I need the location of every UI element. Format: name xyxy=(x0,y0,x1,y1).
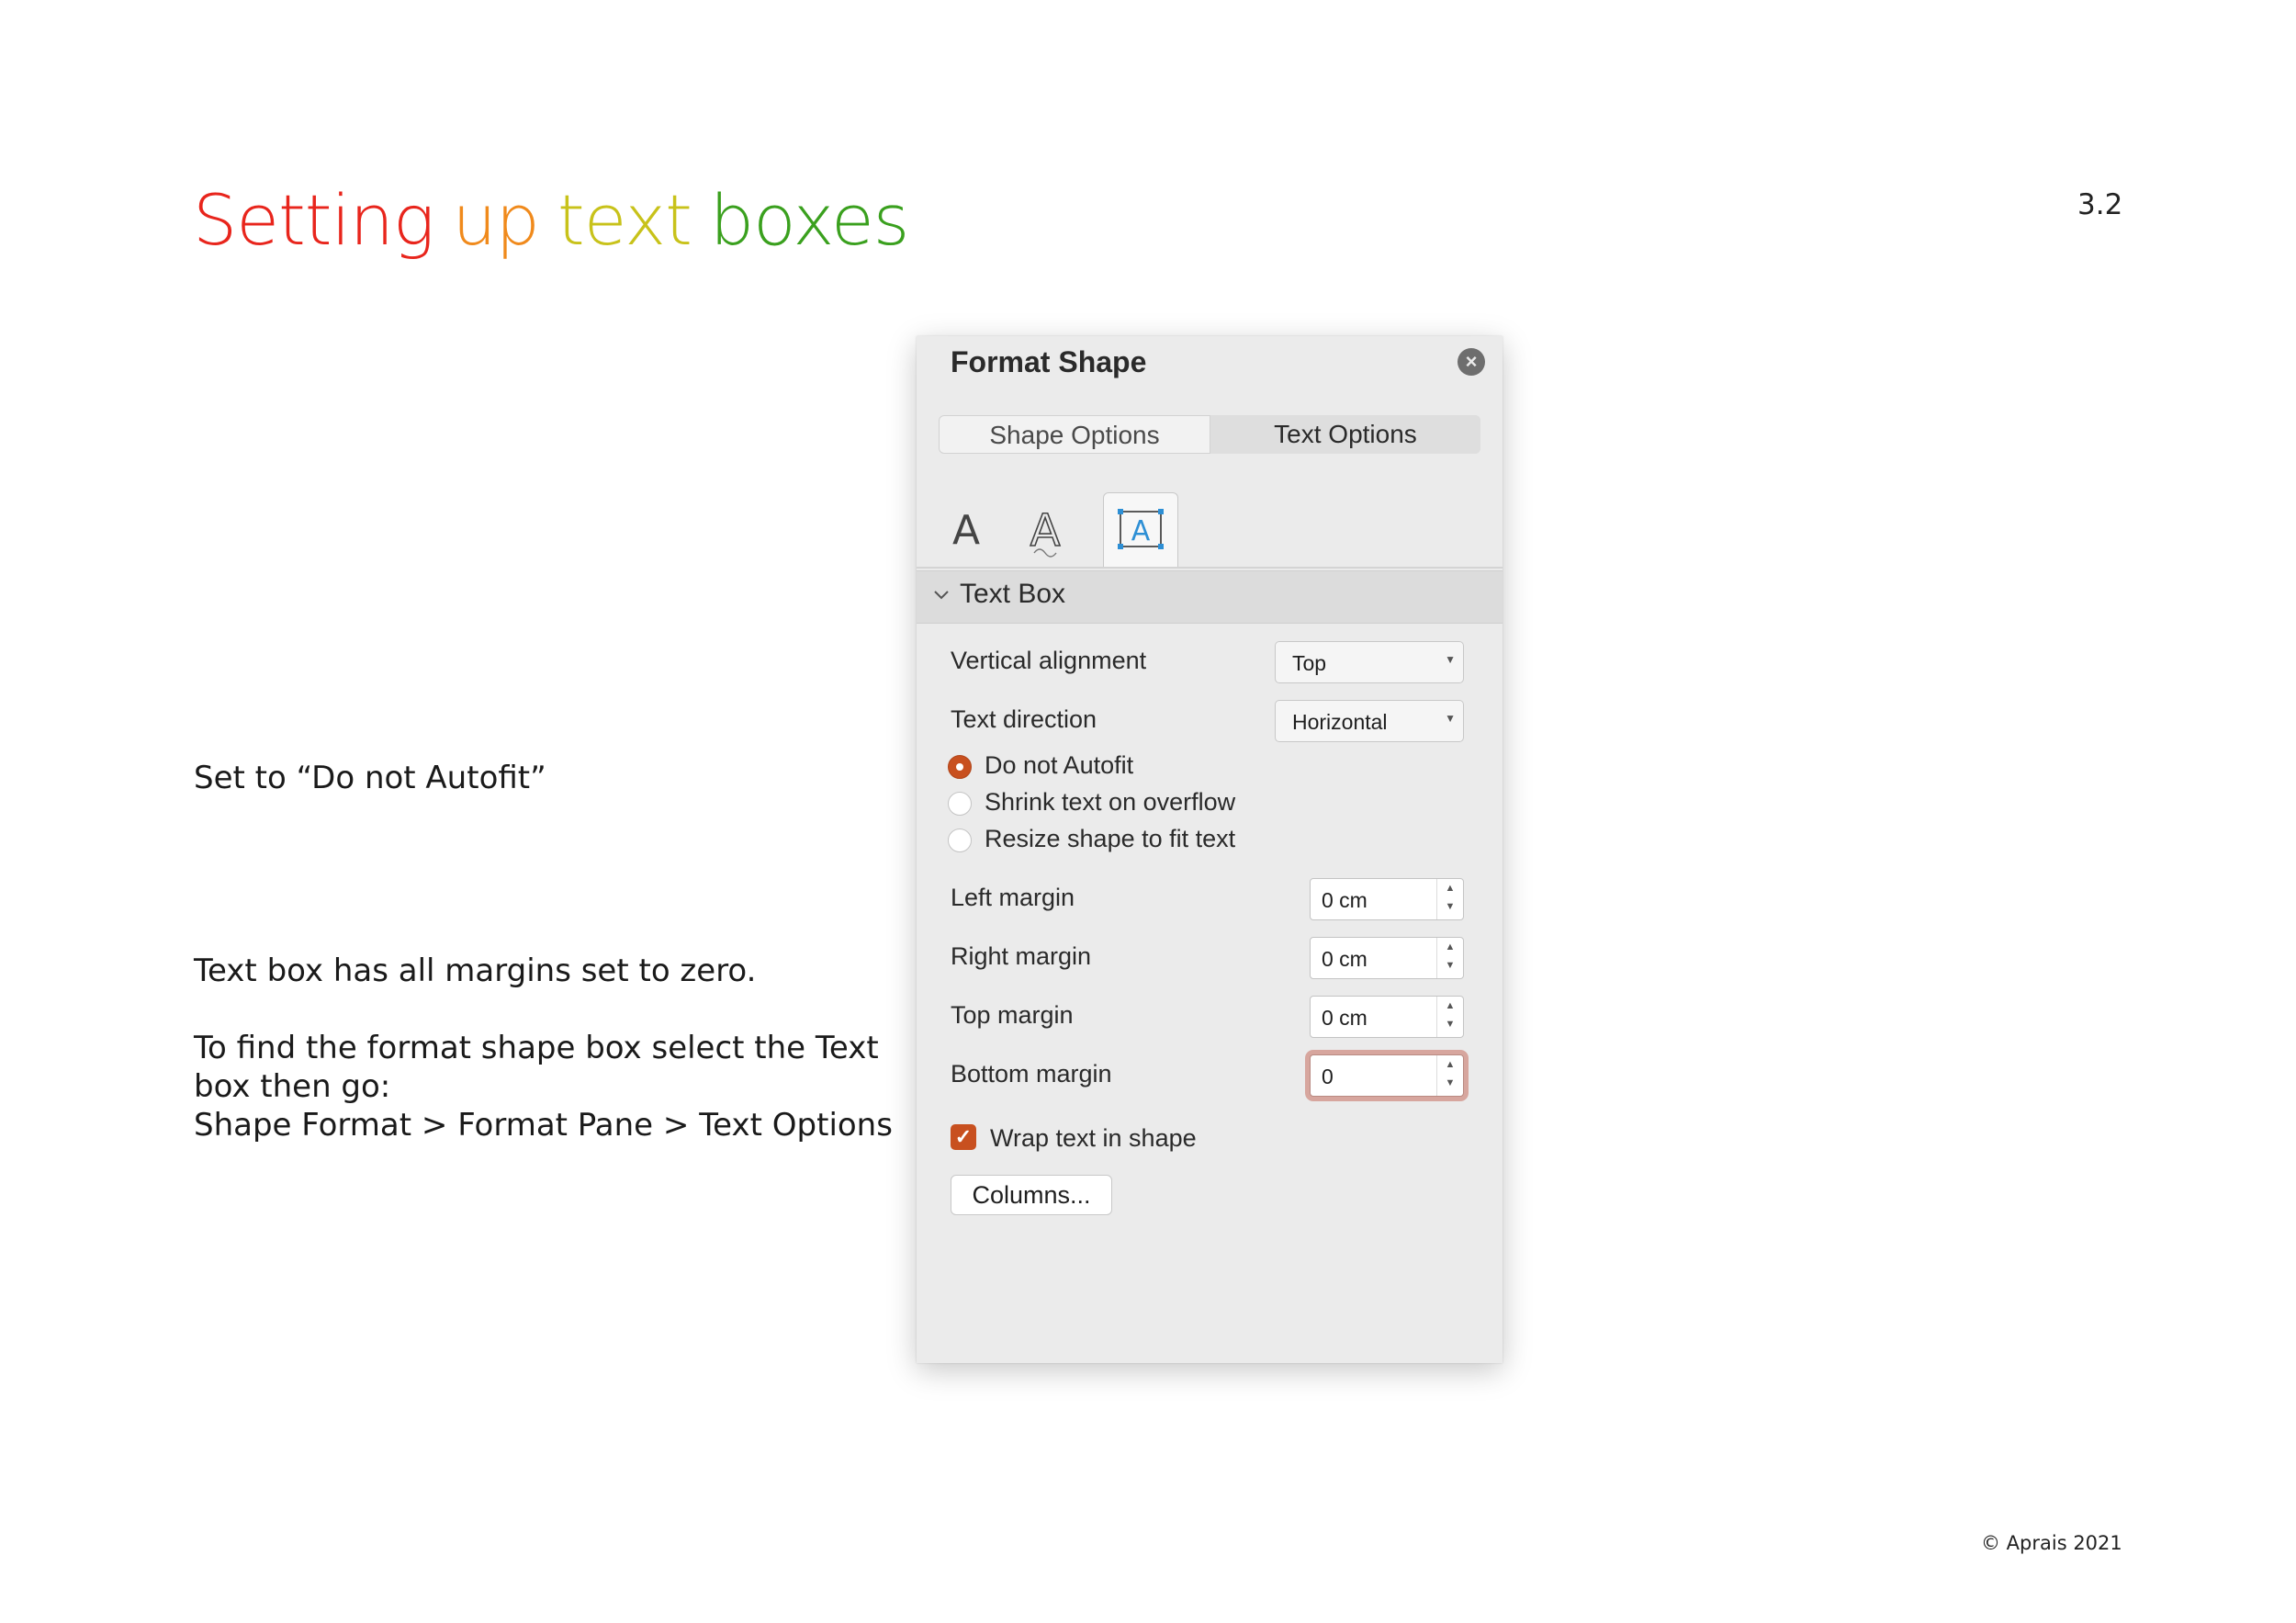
note-margins: Text box has all margins set to zero. xyxy=(194,952,757,989)
wrap-text-label: Wrap text in shape xyxy=(990,1124,1197,1152)
pane-title: Format Shape xyxy=(951,345,1147,378)
columns-button[interactable]: Columns... xyxy=(951,1175,1112,1215)
svg-text:A: A xyxy=(1030,505,1061,557)
stepper-arrows-icon[interactable]: ▲ ▼ xyxy=(1436,938,1463,978)
dropdown-caret-icon: ▼ xyxy=(1445,653,1456,666)
radio-button[interactable] xyxy=(948,792,972,816)
note-find-line-1: To find the format shape box select the … xyxy=(194,1030,879,1066)
close-icon[interactable]: × xyxy=(1458,348,1485,376)
svg-text:A: A xyxy=(952,507,980,554)
copyright-footer: © Aprais 2021 xyxy=(1981,1532,2122,1554)
left-margin-label: Left margin xyxy=(951,884,1075,911)
text-direction-select[interactable]: Horizontal ▼ xyxy=(1275,700,1464,742)
text-direction-value: Horizontal xyxy=(1292,710,1388,734)
vertical-alignment-select[interactable]: Top ▼ xyxy=(1275,641,1464,683)
top-margin-stepper[interactable]: 0 cm ▲ ▼ xyxy=(1310,996,1464,1038)
title-word-1: Setting xyxy=(193,179,434,261)
left-margin-stepper[interactable]: 0 cm ▲ ▼ xyxy=(1310,878,1464,920)
format-shape-pane: Format Shape × Shape Options Text Option… xyxy=(917,336,1503,1363)
options-segmented-control: Shape Options Text Options xyxy=(939,415,1480,454)
text-outline-icon[interactable]: A xyxy=(1008,492,1082,566)
right-margin-value: 0 cm xyxy=(1322,947,1367,971)
bottom-margin-label: Bottom margin xyxy=(951,1060,1112,1088)
tab-shape-options[interactable]: Shape Options xyxy=(939,415,1210,454)
section-title: Text Box xyxy=(960,579,1066,609)
top-margin-value: 0 cm xyxy=(1322,1006,1367,1030)
note-find-line-3: Shape Format > Format Pane > Text Option… xyxy=(194,1107,893,1144)
left-margin-value: 0 cm xyxy=(1322,888,1367,912)
radio-label: Shrink text on overflow xyxy=(985,788,1236,816)
radio-label: Resize shape to fit text xyxy=(985,825,1236,852)
section-text-box-header[interactable]: Text Box xyxy=(917,570,1503,624)
stepper-arrows-icon[interactable]: ▲ ▼ xyxy=(1436,1055,1463,1096)
note-find-line-2: box then go: xyxy=(194,1068,391,1105)
top-margin-label: Top margin xyxy=(951,1001,1074,1029)
note-autofit: Set to “Do not Autofit” xyxy=(194,760,546,796)
title-word-3: text xyxy=(557,179,692,261)
vertical-alignment-value: Top xyxy=(1292,651,1327,675)
vertical-alignment-label: Vertical alignment xyxy=(951,647,1147,674)
bottom-margin-value: 0 xyxy=(1322,1065,1334,1088)
right-margin-stepper[interactable]: 0 cm ▲ ▼ xyxy=(1310,937,1464,979)
text-fill-icon[interactable]: A xyxy=(929,492,1003,566)
chevron-down-icon xyxy=(931,584,951,609)
slide-number: 3.2 xyxy=(2077,188,2123,221)
title-word-4: boxes xyxy=(709,179,909,261)
text-box-icon[interactable]: A xyxy=(1103,492,1178,567)
tab-divider xyxy=(917,567,1503,569)
bottom-margin-stepper[interactable]: 0 ▲ ▼ xyxy=(1310,1054,1464,1097)
dropdown-caret-icon: ▼ xyxy=(1445,712,1456,725)
stepper-arrows-icon[interactable]: ▲ ▼ xyxy=(1436,997,1463,1037)
radio-label: Do not Autofit xyxy=(985,751,1134,779)
right-margin-label: Right margin xyxy=(951,942,1092,970)
stepper-arrows-icon[interactable]: ▲ ▼ xyxy=(1436,879,1463,919)
radio-button-selected[interactable] xyxy=(948,755,972,779)
title-word-2: up xyxy=(452,179,540,261)
svg-text:A: A xyxy=(1131,515,1151,547)
wrap-text-checkbox[interactable]: ✓ xyxy=(951,1124,976,1150)
text-direction-label: Text direction xyxy=(951,705,1097,733)
radio-button[interactable] xyxy=(948,828,972,852)
slide-title: Setting up text boxes xyxy=(193,173,927,268)
tab-text-options[interactable]: Text Options xyxy=(1210,415,1480,454)
